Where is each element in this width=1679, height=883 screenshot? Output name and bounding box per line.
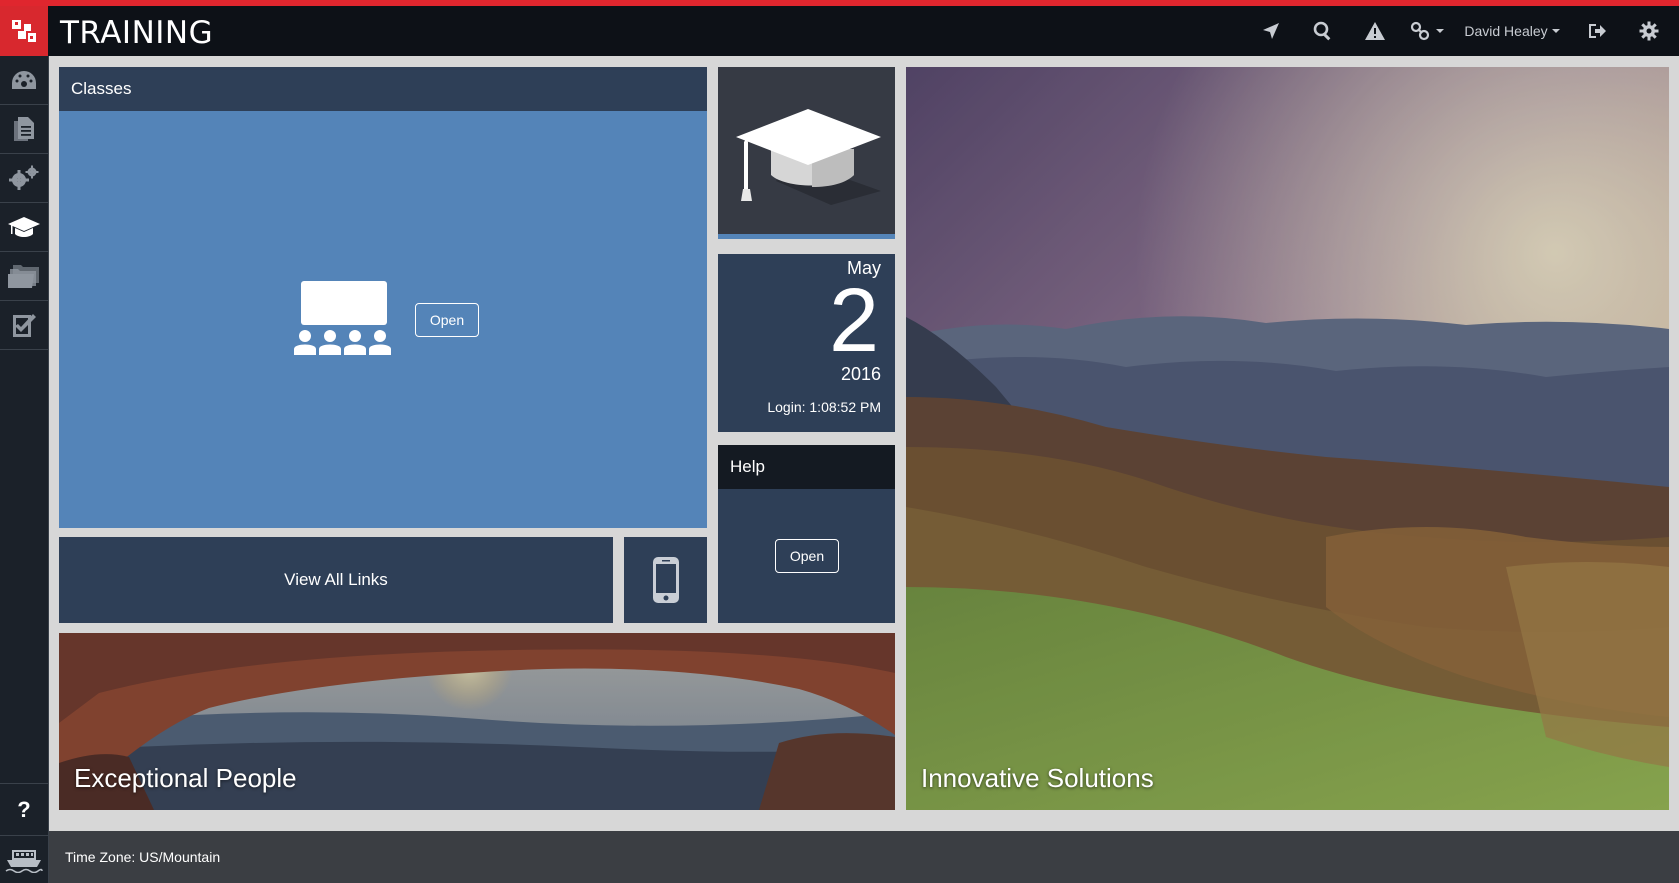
app-logo[interactable]	[0, 6, 48, 56]
location-arrow-icon	[1263, 23, 1279, 39]
dashboard-main: Classes Open May 2 2016 Login: 1:08:52 P…	[49, 56, 1679, 831]
view-all-links-label: View All Links	[284, 570, 388, 589]
search-icon	[1313, 21, 1331, 41]
alerts-button[interactable]	[1349, 6, 1401, 56]
classes-open-button[interactable]: Open	[415, 303, 479, 337]
graduation-cap-icon	[736, 109, 881, 205]
graduation-cap-icon	[8, 217, 40, 237]
gear-icon	[1639, 21, 1659, 41]
sidebar-item-dashboard[interactable]	[0, 56, 48, 105]
logout-icon	[1589, 24, 1606, 38]
chevron-down-icon	[1436, 29, 1444, 33]
help-tile[interactable]: Help Open	[718, 445, 895, 623]
sidebar-item-help[interactable]: ?	[0, 783, 48, 835]
top-actions: David Healey	[1245, 6, 1679, 56]
boat-icon	[5, 849, 43, 873]
logo-icon	[12, 20, 36, 42]
sidebar-item-documents[interactable]	[0, 105, 48, 154]
sidebar: ?	[0, 56, 49, 883]
status-footer: Time Zone: US/Mountain	[49, 831, 1679, 883]
dashboard-icon	[12, 71, 36, 89]
classes-title: Classes	[71, 79, 132, 98]
innovative-solutions-tile[interactable]: Innovative Solutions	[906, 67, 1669, 810]
view-all-links-tile[interactable]: View All Links	[59, 537, 613, 623]
folders-icon	[8, 265, 39, 288]
top-navbar: TRAINING David Healey	[0, 6, 1679, 56]
user-menu-button[interactable]: David Healey	[1453, 6, 1571, 56]
autumn-mountains-image	[906, 67, 1669, 810]
sidebar-item-settings[interactable]	[0, 154, 48, 203]
checklist-icon	[13, 314, 36, 337]
gears-icon	[9, 165, 39, 190]
app-title: TRAINING	[60, 15, 214, 51]
search-button[interactable]	[1297, 6, 1349, 56]
mobile-tile[interactable]	[624, 537, 707, 623]
mobile-phone-icon	[652, 557, 679, 603]
settings-button[interactable]	[1623, 6, 1675, 56]
locate-button[interactable]	[1245, 6, 1297, 56]
login-time: Login: 1:08:52 PM	[767, 399, 881, 415]
links-menu-button[interactable]	[1401, 6, 1453, 56]
help-title: Help	[730, 457, 765, 476]
timezone-label: Time Zone: US/Mountain	[65, 849, 221, 865]
date-year: 2016	[840, 364, 881, 384]
graduation-tile[interactable]	[718, 67, 895, 239]
sidebar-item-tasks[interactable]	[0, 301, 48, 350]
links-icon	[1410, 21, 1430, 41]
user-name: David Healey	[1464, 23, 1548, 39]
help-tile-header: Help	[718, 445, 895, 489]
date-tile: May 2 2016 Login: 1:08:52 PM	[718, 254, 895, 432]
sidebar-item-training[interactable]	[0, 203, 48, 252]
date-day: 2	[828, 271, 879, 371]
classroom-icon	[294, 281, 391, 355]
help-question-icon: ?	[17, 796, 31, 822]
sidebar-item-folders[interactable]	[0, 252, 48, 301]
exceptional-people-tile[interactable]: Exceptional People	[59, 633, 895, 810]
classes-tile-header: Classes	[59, 67, 707, 111]
exceptional-people-caption: Exceptional People	[74, 763, 297, 793]
chevron-down-icon	[1551, 29, 1560, 33]
sidebar-item-boat[interactable]	[0, 835, 48, 883]
classes-tile[interactable]: Classes Open	[59, 67, 707, 528]
innovative-solutions-caption: Innovative Solutions	[921, 763, 1154, 793]
help-open-button[interactable]: Open	[775, 539, 839, 573]
alert-icon	[1365, 22, 1385, 40]
logout-button[interactable]	[1571, 6, 1623, 56]
document-icon	[14, 117, 34, 141]
